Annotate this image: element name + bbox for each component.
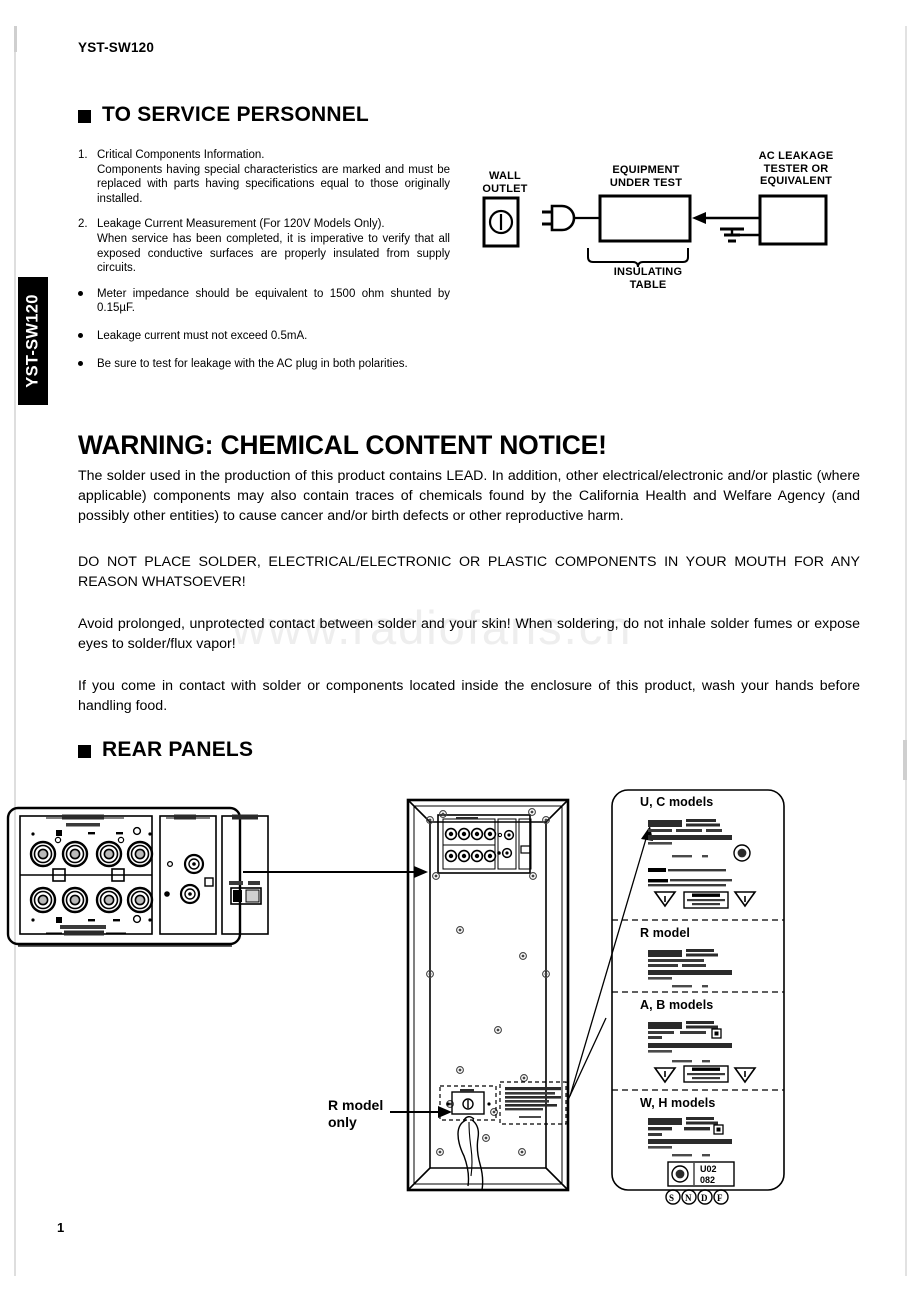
list-item: 2. Leakage Current Measurement (For 120V…: [78, 217, 450, 275]
svg-text:F: F: [717, 1193, 723, 1203]
warning-paragraph: Avoid prolonged, unprotected contact bet…: [78, 616, 860, 652]
label-panel-title-wh: W, H models: [640, 1096, 716, 1110]
label-artwork-wh: U02 082 S N D F: [648, 1117, 735, 1205]
diagram-label-ac-leakage-tester: AC LEAKAGE TESTER OR EQUIVALENT: [758, 150, 834, 188]
svg-text:082: 082: [700, 1175, 715, 1185]
warning-title: WARNING: CHEMICAL CONTENT NOTICE!: [78, 430, 607, 460]
diagram-label-insulating-table: INSULATING TABLE: [613, 266, 683, 291]
warning-paragraph: If you come in contact with solder or co…: [78, 678, 860, 714]
list-item-number: 1.: [78, 149, 88, 161]
leakage-test-diagram: WALL OUTLET EQUIPMENT UNDER TEST AC LEAK…: [470, 148, 870, 293]
label-panel-title-ab: A, B models: [640, 998, 714, 1012]
list-item-body: Meter impedance should be equivalent to …: [97, 287, 450, 315]
amplifier-panel-closeup: [6, 806, 269, 947]
closeup-leader-arrow: [243, 866, 428, 878]
callout-line: R model: [328, 1097, 384, 1113]
section-heading-rear-panels: REAR PANELS: [78, 738, 253, 762]
diagram-label-equipment-under-test: EQUIPMENT UNDER TEST: [609, 164, 683, 189]
page-number: 1: [57, 1220, 65, 1235]
list-item-body: Leakage Current Measurement (For 120V Mo…: [97, 217, 450, 275]
crop-tick: [14, 26, 17, 52]
label-panel-title-uc: U, C models: [640, 795, 714, 809]
section-heading-service-personnel: TO SERVICE PERSONNEL: [78, 103, 369, 127]
label-leader-lines: [567, 826, 653, 1101]
label-panel-title-r: R model: [640, 926, 691, 940]
list-item-line: When service has been completed, it is i…: [97, 232, 450, 275]
list-item-line: Critical Components Information.: [97, 149, 265, 161]
list-item-line: Components having special characteristic…: [97, 163, 450, 205]
label-artwork-ab: [648, 1021, 757, 1084]
list-item: Leakage current must not exceed 0.5mA.: [78, 329, 450, 344]
svg-text:N: N: [685, 1193, 692, 1203]
warning-paragraph: The solder used in the production of thi…: [78, 468, 860, 524]
document-model-code: YST-SW120: [78, 40, 155, 55]
manual-page: www.radiofans.cn YST-SW120 YST-SW120 TO …: [0, 0, 920, 1302]
rear-panels-figure: U02 082 S N D F U, C models R model A, B…: [0, 760, 920, 1240]
service-personnel-list: 1. Critical Components Information. Comp…: [78, 148, 450, 384]
side-tab: YST-SW120: [18, 277, 48, 405]
list-item: Meter impedance should be equivalent to …: [78, 287, 450, 316]
callout-line: only: [328, 1114, 357, 1130]
section-heading-label: REAR PANELS: [102, 738, 254, 761]
r-model-callout-arrow: [390, 1106, 452, 1118]
bullet-dot-icon: [78, 357, 97, 372]
bullet-dot-icon: [78, 287, 97, 316]
list-item-number: 2.: [78, 218, 88, 231]
rear-panels-drawing: U02 082 S N D F: [6, 789, 785, 1205]
bullet-square-icon: [78, 109, 91, 123]
bullet-square-icon: [78, 744, 91, 758]
diagram-label-wall-outlet: WALL OUTLET: [482, 170, 528, 195]
label-column: U02 082 S N D F: [611, 789, 785, 1205]
side-tab-label: YST-SW120: [23, 294, 42, 388]
list-item: 1. Critical Components Information. Comp…: [78, 148, 450, 206]
bullet-dot-icon: [78, 329, 97, 344]
list-item: Be sure to test for leakage with the AC …: [78, 357, 450, 372]
label-artwork-r: [648, 949, 732, 988]
svg-text:U02: U02: [700, 1164, 717, 1174]
label-artwork-uc: [648, 819, 757, 909]
list-item-line: Leakage Current Measurement (For 120V Mo…: [97, 218, 385, 231]
list-item-body: Be sure to test for leakage with the AC …: [97, 357, 408, 370]
svg-text:D: D: [701, 1193, 708, 1203]
main-rear-panel: [406, 798, 570, 1192]
section-heading-label: TO SERVICE PERSONNEL: [102, 103, 369, 126]
list-item-body: Critical Components Information. Compone…: [97, 148, 450, 206]
warning-paragraph: DO NOT PLACE SOLDER, ELECTRICAL/ELECTRON…: [78, 554, 860, 590]
list-item-body: Leakage current must not exceed 0.5mA.: [97, 329, 308, 342]
r-model-only-callout: R model only: [328, 1097, 383, 1131]
svg-text:S: S: [669, 1193, 674, 1203]
